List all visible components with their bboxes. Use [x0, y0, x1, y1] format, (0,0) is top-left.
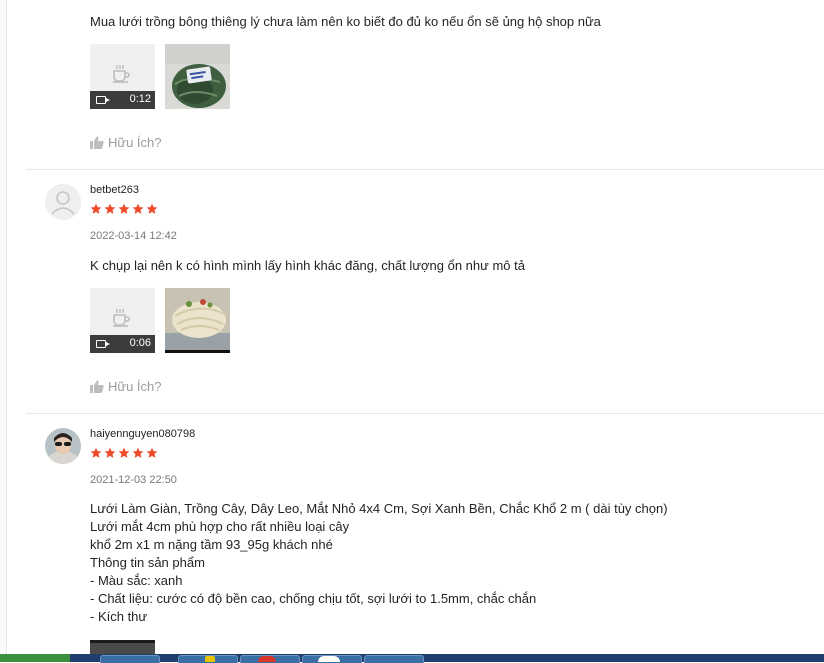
avatar[interactable]: [45, 184, 81, 220]
review-timestamp: 2022-03-14 12:42: [90, 230, 177, 242]
review-username[interactable]: haiyennguyen080798: [90, 428, 195, 440]
helpful-label: Hữu Ích?: [108, 135, 162, 150]
helpful-button[interactable]: Hữu Ích?: [90, 135, 162, 150]
browser-icon: [258, 656, 276, 662]
review-photo-thumbnail[interactable]: [165, 288, 230, 353]
review-timestamp: 2021-12-03 22:50: [90, 474, 177, 486]
net-bundle-photo: [165, 44, 230, 109]
review-photo-thumbnail[interactable]: [90, 640, 155, 654]
review-divider: [26, 169, 824, 170]
star-icon: [104, 447, 116, 458]
review-comment: K chụp lại nên k có hình mình lấy hình k…: [90, 258, 525, 273]
star-icon: [132, 203, 144, 214]
star-icon: [90, 203, 102, 214]
reviews-page: Mua lưới trồng bông thiêng lý chưa làm n…: [0, 0, 824, 654]
review-comment: Mua lưới trồng bông thiêng lý chưa làm n…: [90, 14, 601, 29]
review-media: 0:12: [90, 44, 230, 109]
review-username[interactable]: betbet263: [90, 184, 139, 196]
star-icon: [104, 203, 116, 214]
comment-line: - Màu sắc: xanh: [90, 573, 183, 588]
folder-icon: [205, 656, 215, 662]
star-icon: [118, 203, 130, 214]
coffee-cup-icon: [113, 65, 130, 83]
video-duration-bar: 0:06: [90, 335, 155, 353]
rating-stars: [90, 203, 158, 215]
review-media: 0:06: [90, 288, 230, 353]
star-icon: [146, 447, 158, 458]
star-icon: [90, 447, 102, 458]
helpful-button[interactable]: Hữu Ích?: [90, 379, 162, 394]
star-icon: [132, 447, 144, 458]
user-photo-avatar: [45, 428, 81, 464]
comment-line: Lưới mắt 4cm phù hợp cho rất nhiều loại …: [90, 519, 350, 534]
start-button[interactable]: [0, 654, 70, 662]
comment-line: - Kích thư: [90, 609, 148, 624]
video-camera-icon: [96, 96, 110, 104]
video-duration: 0:06: [129, 337, 151, 349]
knit-net-photo: [165, 288, 230, 350]
default-user-icon: [45, 184, 81, 220]
comment-line: - Chất liệu: cước có độ bền cao, chống c…: [90, 591, 537, 606]
helpful-label: Hữu Ích?: [108, 379, 162, 394]
left-rail: [0, 0, 7, 654]
coffee-cup-icon: [113, 309, 130, 327]
chat-icon: [318, 656, 340, 662]
video-duration: 0:12: [129, 93, 151, 105]
comment-line: Lưới Làm Giàn, Trồng Cây, Dây Leo, Mắt N…: [90, 501, 668, 516]
review-video-thumbnail[interactable]: 0:06: [90, 288, 155, 353]
video-camera-icon: [96, 340, 110, 348]
rating-stars: [90, 447, 158, 459]
star-icon: [118, 447, 130, 458]
review-photo-thumbnail[interactable]: [165, 44, 230, 109]
review-divider: [26, 413, 824, 414]
star-icon: [146, 203, 158, 214]
thumbs-up-icon: [90, 380, 104, 393]
avatar[interactable]: [45, 428, 81, 464]
review-comment: Lưới Làm Giàn, Trồng Cây, Dây Leo, Mắt N…: [90, 500, 668, 626]
review-video-thumbnail[interactable]: 0:12: [90, 44, 155, 109]
comment-line: Thông tin sản phẩm: [90, 555, 205, 570]
video-duration-bar: 0:12: [90, 91, 155, 109]
comment-line: khổ 2m x1 m nặng tầm 93_95g khách nhé: [90, 537, 333, 552]
thumbs-up-icon: [90, 136, 104, 149]
